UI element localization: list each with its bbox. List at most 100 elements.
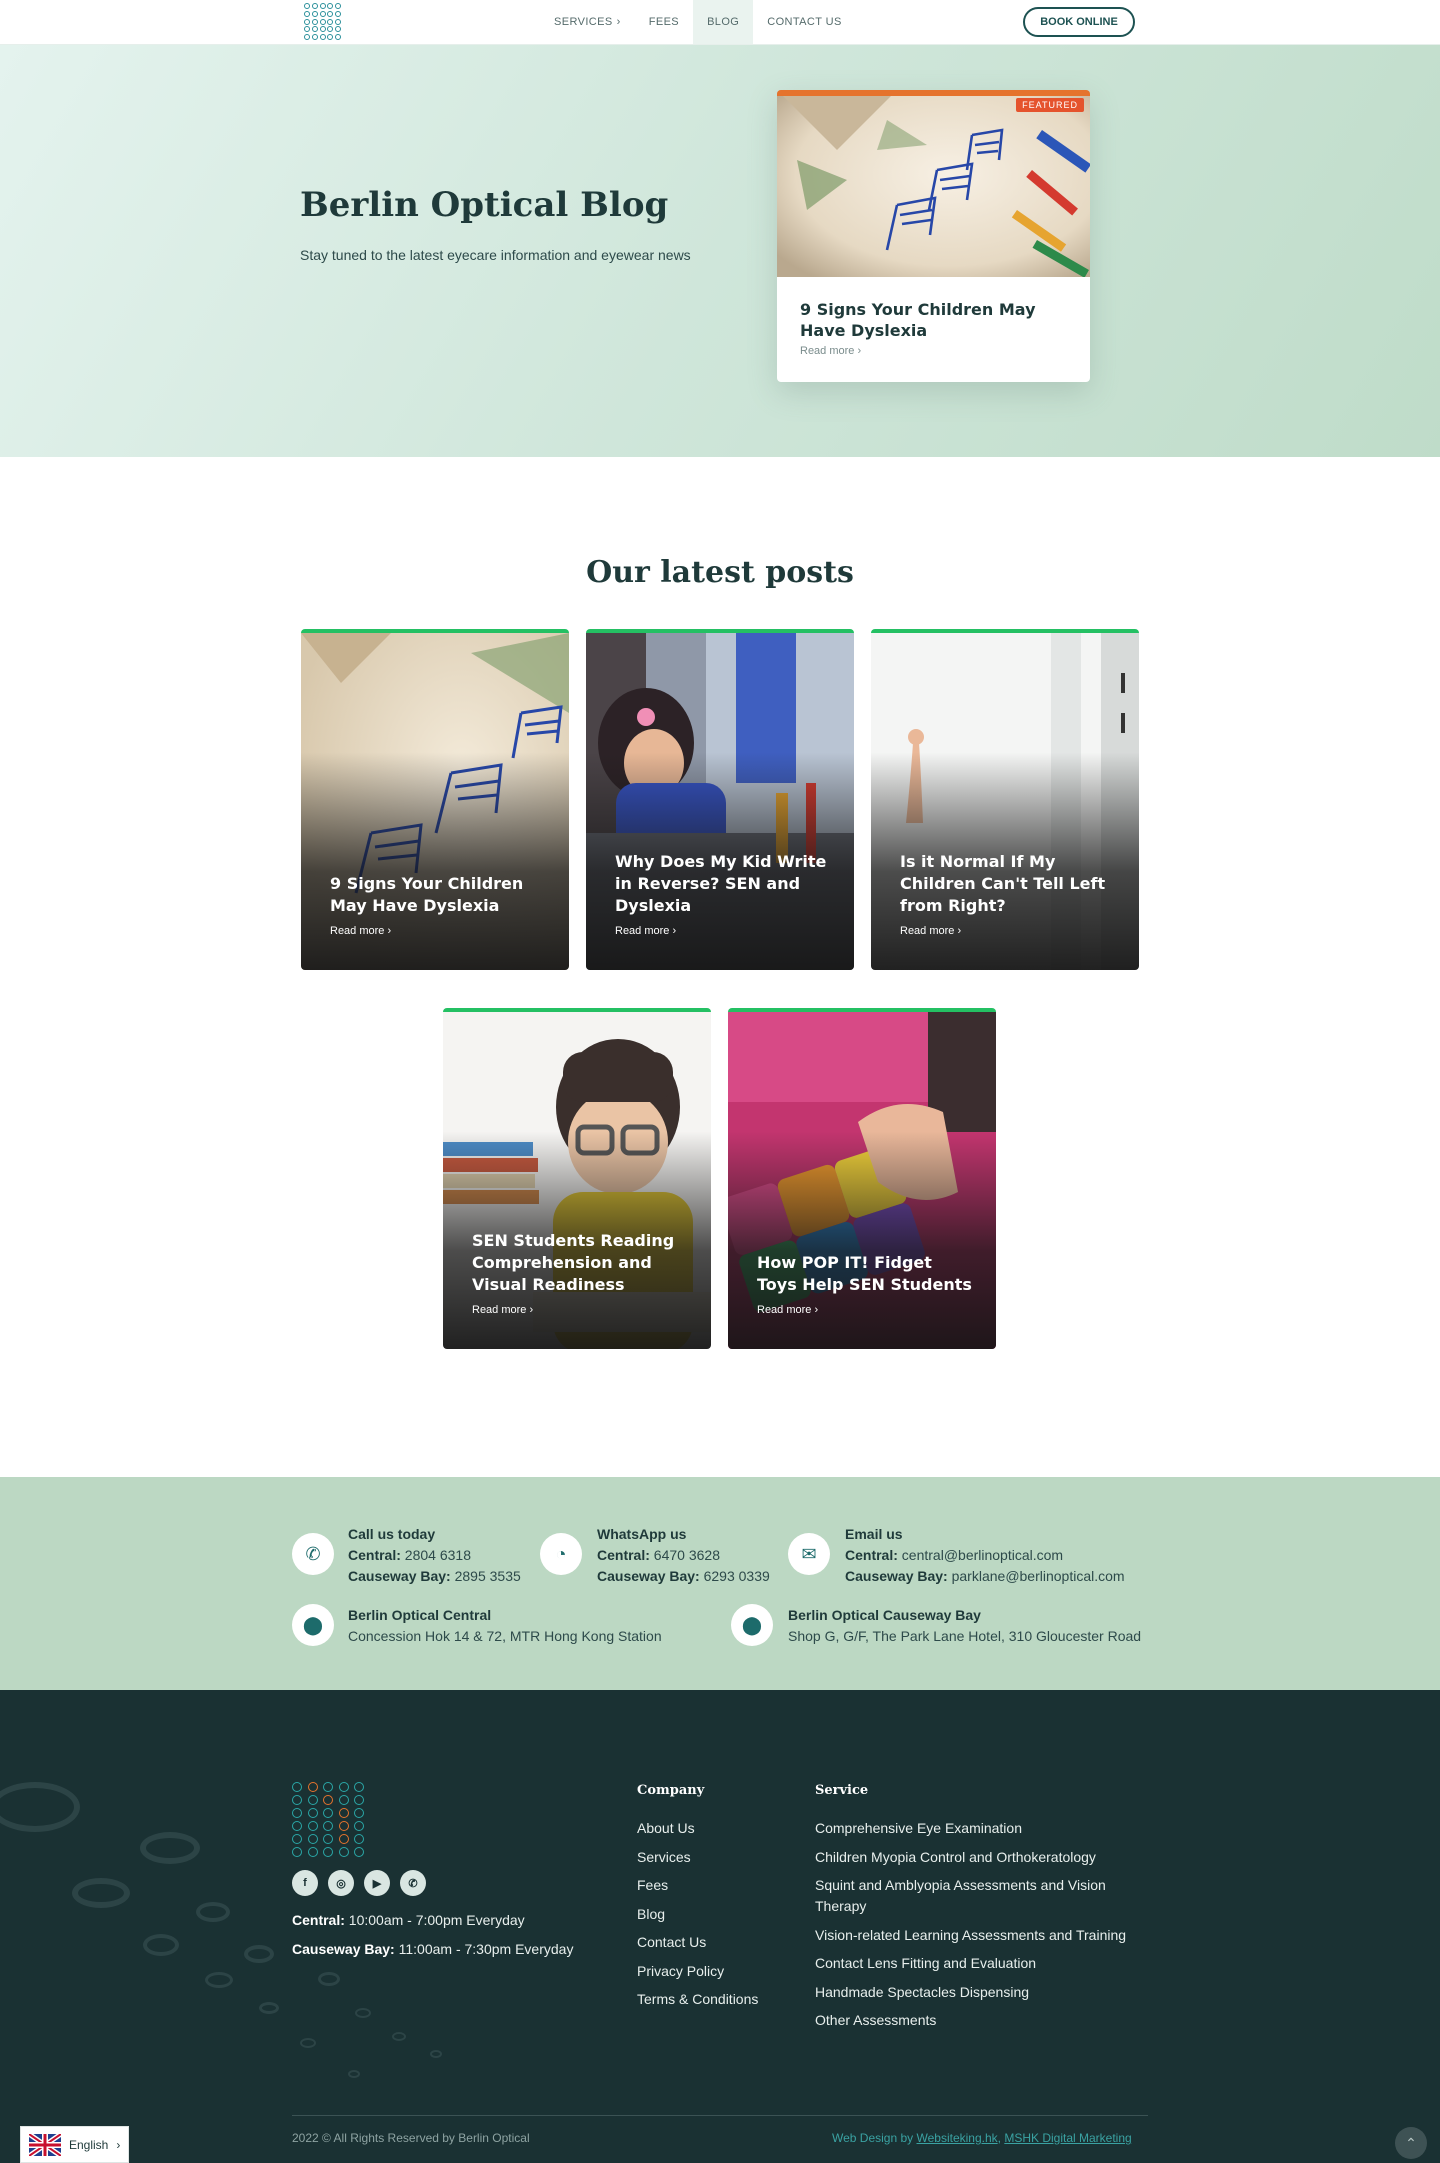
instagram-icon[interactable]: ◎ <box>328 1870 354 1896</box>
nav-links: SERVICES › FEES BLOG CONTACT US <box>540 0 856 44</box>
logo-dot <box>319 3 326 9</box>
logo-dot <box>319 26 326 33</box>
footer-link-other-assessments[interactable]: Other Assessments <box>815 2012 936 2028</box>
image-overlay <box>586 633 854 970</box>
book-online-button[interactable]: BOOK ONLINE <box>1023 7 1135 37</box>
hours-central: Central: 10:00am - 7:00pm Everyday <box>292 1912 525 1928</box>
logo-dot <box>292 1808 302 1818</box>
read-more-link[interactable]: Read more › <box>330 925 391 937</box>
read-more-link[interactable]: Read more › <box>472 1304 533 1316</box>
featured-read-more-link[interactable]: Read more › <box>800 345 861 357</box>
decorative-ring <box>300 2038 316 2048</box>
logo-dot <box>327 18 334 25</box>
footer-link-blog[interactable]: Blog <box>637 1906 665 1922</box>
footer-link-contact-us[interactable]: Contact Us <box>637 1934 706 1950</box>
logo-dot <box>338 1821 349 1831</box>
chevron-right-icon: › <box>116 2137 121 2152</box>
image-overlay <box>301 633 569 970</box>
copyright-text: 2022 © All Rights Reserved by Berlin Opt… <box>292 2131 530 2145</box>
logo-dot <box>307 1808 318 1818</box>
post-card[interactable]: Is it Normal If My Children Can't Tell L… <box>871 629 1139 970</box>
post-card[interactable]: How POP IT! Fidget Toys Help SEN Student… <box>728 1008 996 1349</box>
footer-link-about-us[interactable]: About Us <box>637 1820 695 1836</box>
footer-link-learning-assessments[interactable]: Vision-related Learning Assessments and … <box>815 1927 1126 1943</box>
map-pin-icon: ⬤ <box>292 1604 334 1646</box>
footer-link-services[interactable]: Services <box>637 1849 691 1865</box>
logo-dot <box>311 26 318 33</box>
decorative-ring <box>0 1782 80 1832</box>
phone-icon: ✆ <box>292 1533 334 1575</box>
mail-icon: ✉ <box>788 1533 830 1575</box>
footer-link-contact-lens[interactable]: Contact Lens Fitting and Evaluation <box>815 1955 1036 1971</box>
credit-link-websiteking[interactable]: Websiteking.hk <box>917 2131 998 2145</box>
logo-dot <box>323 1782 334 1792</box>
logo-dot <box>319 34 326 41</box>
footer-link-myopia-control[interactable]: Children Myopia Control and Orthokeratol… <box>815 1849 1096 1865</box>
logo-dot <box>304 18 310 25</box>
footer-link-squint-amblyopia-cont[interactable]: Therapy <box>815 1898 866 1914</box>
logo-dot <box>354 1782 365 1792</box>
nav-item-blog[interactable]: BLOG <box>693 0 754 44</box>
logo-dot <box>335 26 342 33</box>
scroll-to-top-button[interactable]: ⌃ <box>1395 2127 1427 2159</box>
footer-link-terms[interactable]: Terms & Conditions <box>637 1991 758 2007</box>
read-more-link[interactable]: Read more › <box>900 925 961 937</box>
logo-dot <box>311 3 318 9</box>
decorative-ring <box>348 2070 360 2078</box>
language-switcher[interactable]: English › <box>20 2126 129 2163</box>
hours-causeway-bay: Causeway Bay: 11:00am - 7:30pm Everyday <box>292 1941 574 1957</box>
footer-divider <box>292 2115 1148 2116</box>
logo-dot <box>304 10 310 17</box>
read-more-link[interactable]: Read more › <box>757 1304 818 1316</box>
chevron-right-icon: › <box>616 16 621 28</box>
logo-dot <box>354 1834 365 1844</box>
logo-dot <box>292 1847 302 1857</box>
logo-dot <box>307 1782 318 1792</box>
logo-dot <box>292 1782 302 1792</box>
logo-dot <box>338 1808 349 1818</box>
credit-link-mshk[interactable]: MSHK Digital Marketing <box>1004 2131 1131 2145</box>
post-card[interactable]: Why Does My Kid Write in Reverse? SEN an… <box>586 629 854 970</box>
featured-post-title[interactable]: 9 Signs Your Children May Have Dyslexia <box>800 299 1070 341</box>
post-title: Why Does My Kid Write in Reverse? SEN an… <box>615 852 827 915</box>
whatsapp-icon[interactable]: ✆ <box>400 1870 426 1896</box>
logo-dot <box>304 26 310 33</box>
logo-dot <box>304 3 310 9</box>
facebook-icon[interactable]: f <box>292 1870 318 1896</box>
footer-link-fees[interactable]: Fees <box>637 1877 668 1893</box>
logo-dot <box>354 1821 365 1831</box>
logo-dot <box>319 18 326 25</box>
featured-post-card[interactable]: FEATURED 9 Signs Your Children May Have … <box>777 90 1090 382</box>
logo-icon[interactable] <box>304 3 342 41</box>
logo-dot <box>327 34 334 41</box>
featured-post-image: FEATURED <box>777 90 1090 277</box>
page-title: Berlin Optical Blog <box>300 185 669 225</box>
logo-dot <box>354 1847 365 1857</box>
logo-dot <box>307 1795 318 1805</box>
logo-dot <box>311 34 318 41</box>
footer-link-eye-exam[interactable]: Comprehensive Eye Examination <box>815 1820 1022 1836</box>
logo-dot <box>335 18 342 25</box>
read-more-link[interactable]: Read more › <box>615 925 676 937</box>
nav-item-contact-us[interactable]: CONTACT US <box>753 0 856 44</box>
logo-dot <box>335 10 342 17</box>
logo-dot <box>327 3 334 9</box>
post-title: How POP IT! Fidget Toys Help SEN Student… <box>757 1253 972 1294</box>
logo-dot <box>307 1847 318 1857</box>
logo-dot <box>307 1834 318 1844</box>
uk-flag-icon <box>29 2133 61 2156</box>
decorative-ring <box>72 1878 130 1908</box>
footer-logo-icon[interactable] <box>292 1782 368 1858</box>
footer-link-spectacles[interactable]: Handmade Spectacles Dispensing <box>815 1984 1029 2000</box>
youtube-icon[interactable]: ▶ <box>364 1870 390 1896</box>
nav-item-fees[interactable]: FEES <box>635 0 693 44</box>
social-links: f ◎ ▶ ✆ <box>292 1870 426 1896</box>
nav-item-services[interactable]: SERVICES › <box>540 0 635 44</box>
post-card[interactable]: SEN Students Reading Comprehension and V… <box>443 1008 711 1349</box>
post-card[interactable]: 9 Signs Your Children May Have Dyslexia … <box>301 629 569 970</box>
logo-dot <box>311 10 318 17</box>
decorative-ring <box>196 1902 230 1922</box>
footer-link-squint-amblyopia[interactable]: Squint and Amblyopia Assessments and Vis… <box>815 1877 1106 1893</box>
top-navbar: SERVICES › FEES BLOG CONTACT US BOOK ONLI… <box>0 0 1440 45</box>
footer-link-privacy-policy[interactable]: Privacy Policy <box>637 1963 724 1979</box>
